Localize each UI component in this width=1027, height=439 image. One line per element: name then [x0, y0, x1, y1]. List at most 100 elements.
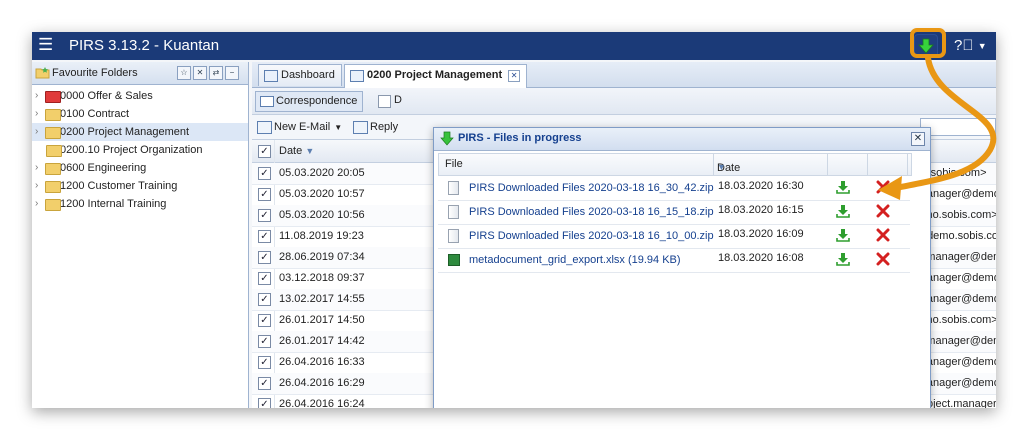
row-date: 26.01.2017 14:42: [279, 335, 365, 347]
folder-label: 0200 Project Management: [60, 126, 190, 138]
folder-label: 1200 Customer Training: [60, 180, 178, 192]
row-checkbox[interactable]: ✓: [258, 335, 271, 348]
row-checkbox[interactable]: ✓: [258, 293, 271, 306]
folder-icon: [45, 91, 61, 103]
dashboard-icon: [264, 70, 278, 82]
folder-icon: [45, 181, 61, 193]
delete-icon[interactable]: [875, 203, 891, 222]
favourite-folder-icon: [35, 67, 50, 79]
document-icon: [378, 95, 391, 108]
envelope-icon: [350, 70, 364, 82]
zip-file-icon: [448, 205, 459, 219]
row-date: 26.04.2016 16:29: [279, 377, 365, 389]
favourite-add-button[interactable]: ☆: [177, 66, 191, 80]
column-separator: [827, 154, 828, 175]
row-checkbox[interactable]: ✓: [258, 167, 271, 180]
file-link[interactable]: PIRS Downloaded Files 2020-03-18 16_15_1…: [469, 206, 714, 218]
row-checkbox[interactable]: ✓: [258, 188, 271, 201]
row-checkbox[interactable]: ✓: [258, 314, 271, 327]
row-checkbox[interactable]: ✓: [258, 398, 271, 408]
download-icon[interactable]: [835, 227, 851, 246]
folder-label: 1200 Internal Training: [60, 198, 167, 210]
excel-file-icon: [448, 254, 460, 266]
dialog-close-button[interactable]: ✕: [911, 132, 925, 146]
folder-tree: › 0000 Offer & Sales › 0100 Contract › 0200…: [32, 85, 248, 213]
row-date: 26.01.2017 14:50: [279, 314, 365, 326]
delete-icon[interactable]: [875, 227, 891, 246]
reply-label: Reply: [370, 121, 399, 133]
tab-documents[interactable]: D: [376, 91, 402, 110]
expand-icon[interactable]: ›: [35, 177, 38, 195]
tab-dashboard[interactable]: Dashboard: [258, 64, 342, 86]
delete-icon[interactable]: [875, 179, 891, 198]
new-email-button[interactable]: New E-Mail ▼: [256, 119, 342, 135]
favourite-remove-button[interactable]: ✕: [193, 66, 207, 80]
download-icon[interactable]: [835, 203, 851, 222]
folder-item[interactable]: › 0000 Offer & Sales: [32, 87, 248, 105]
row-checkbox[interactable]: ✓: [258, 356, 271, 369]
close-icon[interactable]: ✕: [508, 70, 521, 82]
file-column-header[interactable]: File: [445, 158, 463, 170]
file-row[interactable]: PIRS Downloaded Files 2020-03-18 16_10_0…: [438, 224, 910, 249]
folder-item[interactable]: › 0100 Contract: [32, 105, 248, 123]
expand-icon[interactable]: ›: [35, 123, 38, 141]
folder-icon: [46, 145, 62, 157]
collapse-button[interactable]: −: [225, 66, 239, 80]
row-date: 03.12.2018 09:37: [279, 272, 365, 284]
folder-item[interactable]: › 0600 Engineering: [32, 159, 248, 177]
select-all-checkbox[interactable]: ✓: [258, 145, 271, 158]
download-icon[interactable]: [835, 179, 851, 198]
sort-desc-icon: ▼: [305, 146, 315, 156]
date-column-header[interactable]: Date ▼: [279, 145, 314, 157]
app-window: ☰ PIRS 3.13.2 - Kuantan ?⃝ ▼ Favourite F…: [32, 32, 996, 408]
row-checkbox[interactable]: ✓: [258, 209, 271, 222]
help-menu[interactable]: ?⃝ ▼: [954, 37, 987, 54]
search-input[interactable]: [920, 118, 996, 136]
main-tabs: Dashboard 0200 Project Management ✕: [252, 62, 996, 88]
expand-icon[interactable]: ›: [35, 105, 38, 123]
reply-button[interactable]: Reply: [352, 119, 398, 135]
file-link[interactable]: metadocument_grid_export.xlsx (19.94 KB): [469, 254, 681, 266]
app-title: PIRS 3.13.2 - Kuantan: [69, 37, 220, 54]
file-row[interactable]: PIRS Downloaded Files 2020-03-18 16_15_1…: [438, 200, 910, 225]
download-icon[interactable]: [835, 251, 851, 270]
expand-icon[interactable]: ›: [35, 195, 38, 213]
files-header: File Date ▼: [438, 153, 912, 176]
favourite-folders-title: Favourite Folders: [52, 67, 138, 79]
file-link[interactable]: PIRS Downloaded Files 2020-03-18 16_30_4…: [469, 182, 714, 194]
row-checkbox[interactable]: ✓: [258, 230, 271, 243]
row-date: 05.03.2020 20:05: [279, 167, 365, 179]
tab-correspondence[interactable]: Correspondence: [255, 91, 364, 112]
chevron-down-icon: ▼: [334, 123, 343, 132]
row-checkbox[interactable]: ✓: [258, 272, 271, 285]
expand-icon[interactable]: ›: [35, 87, 38, 105]
row-date: 05.03.2020 10:57: [279, 188, 365, 200]
chevron-down-icon: ▼: [977, 41, 987, 52]
folder-item[interactable]: › 1200 Internal Training: [32, 195, 248, 213]
expand-icon[interactable]: ›: [35, 159, 38, 177]
delete-icon[interactable]: [875, 251, 891, 270]
file-row[interactable]: PIRS Downloaded Files 2020-03-18 16_30_4…: [438, 176, 910, 201]
folder-item[interactable]: › 0200 Project Management: [32, 123, 248, 141]
folder-icon: [45, 127, 61, 139]
file-date: 18.03.2020 16:30: [718, 180, 804, 192]
folder-label: 0200.10 Project Organization: [60, 144, 203, 156]
tab-label: D: [394, 94, 402, 106]
folder-icon: [45, 109, 61, 121]
tab-project-management[interactable]: 0200 Project Management ✕: [344, 64, 528, 88]
menu-icon[interactable]: ☰: [38, 35, 53, 55]
refresh-button[interactable]: ⇄: [209, 66, 223, 80]
file-list: PIRS Downloaded Files 2020-03-18 16_30_4…: [434, 176, 930, 276]
folder-item[interactable]: › 1200 Customer Training: [32, 177, 248, 195]
new-email-label: New E-Mail: [274, 121, 331, 133]
files-in-progress-dialog: PIRS - Files in progress ✕ File Date ▼ P…: [433, 127, 931, 408]
zip-file-icon: [448, 229, 459, 243]
tab-label: Correspondence: [276, 95, 358, 107]
row-checkbox[interactable]: ✓: [258, 377, 271, 390]
row-checkbox[interactable]: ✓: [258, 251, 271, 264]
file-row[interactable]: metadocument_grid_export.xlsx (19.94 KB)…: [438, 248, 910, 273]
file-date: 18.03.2020 16:08: [718, 252, 804, 264]
file-link[interactable]: PIRS Downloaded Files 2020-03-18 16_10_0…: [469, 230, 714, 242]
new-email-icon: [257, 121, 272, 134]
folder-item[interactable]: 0200.10 Project Organization: [32, 141, 248, 159]
